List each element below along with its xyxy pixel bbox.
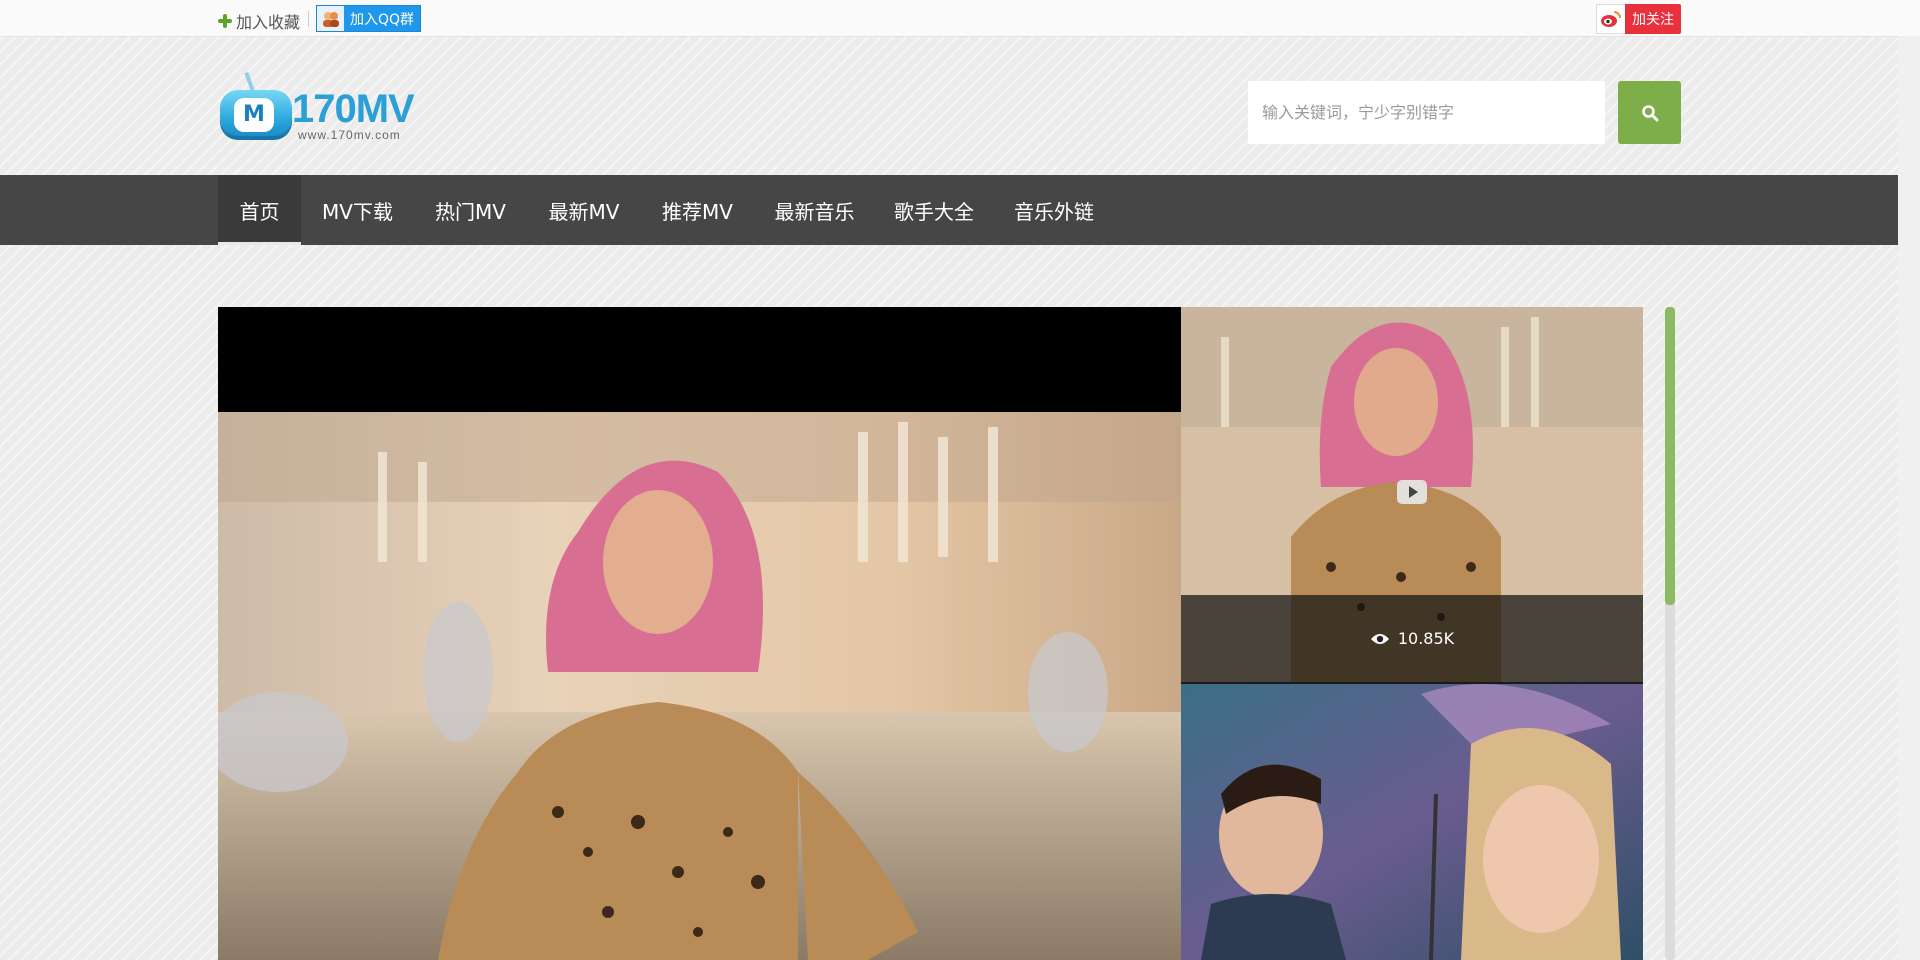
- nav-item-latest-mv[interactable]: 最新MV: [527, 175, 641, 245]
- weibo-follow-button[interactable]: 加关注: [1596, 4, 1681, 34]
- qq-icon: [317, 6, 344, 31]
- slider-scroll-thumb[interactable]: [1665, 307, 1675, 605]
- nav-item-mv-download[interactable]: MV下载: [301, 175, 414, 245]
- nav-item-label: 最新音乐: [774, 199, 855, 224]
- nav-item-label: 歌手大全: [894, 199, 974, 224]
- top-divider: [308, 11, 309, 27]
- featured-mv-main[interactable]: [218, 307, 1181, 960]
- search-icon: [1641, 104, 1658, 121]
- join-qq-group-label: 加入QQ群: [344, 6, 421, 31]
- nav-item-music-links[interactable]: 音乐外链: [993, 175, 1115, 245]
- eye-icon: [1370, 633, 1389, 644]
- weibo-icon: [1596, 4, 1625, 34]
- view-count-text: 10.85K: [1397, 629, 1455, 648]
- nav-item-label: MV下载: [322, 199, 393, 224]
- nav-item-hot-mv[interactable]: 热门MV: [414, 175, 527, 245]
- add-favorite-link[interactable]: 加入收藏: [218, 9, 300, 33]
- main-navigation: 首页 MV下载 热门MV 最新MV 推荐MV 最新音乐 歌手大全 音乐外链: [0, 175, 1898, 245]
- top-bar: 加入收藏 加入QQ群 加关注: [0, 0, 1920, 37]
- nav-item-label: 首页: [239, 199, 280, 224]
- nav-item-latest-music[interactable]: 最新音乐: [754, 175, 875, 245]
- search-input[interactable]: [1248, 81, 1605, 144]
- mv-card-thumbnail: [1181, 684, 1643, 960]
- search-button[interactable]: [1618, 81, 1681, 144]
- nav-item-label: 最新MV: [548, 199, 620, 224]
- nav-item-singers[interactable]: 歌手大全: [875, 175, 993, 245]
- slider-scrollbar[interactable]: [1665, 307, 1675, 960]
- nav-item-recommended-mv[interactable]: 推荐MV: [641, 175, 754, 245]
- featured-mv-thumbnail: [218, 412, 1181, 960]
- featured-mv-card[interactable]: 10.85K: [1181, 307, 1643, 684]
- mv-view-count: 10.85K: [1181, 595, 1643, 682]
- logo-url-text: www.170mv.com: [298, 128, 401, 142]
- nav-item-home[interactable]: 首页: [218, 175, 301, 245]
- featured-mv-card[interactable]: [1181, 684, 1643, 960]
- logo-brand-text: 170MV: [292, 87, 415, 131]
- weibo-follow-label: 加关注: [1625, 4, 1681, 34]
- logo-screen-letter: M: [234, 98, 274, 132]
- nav-item-label: 推荐MV: [662, 199, 733, 224]
- plus-icon: [218, 14, 232, 28]
- play-icon[interactable]: [1397, 480, 1427, 504]
- nav-item-label: 热门MV: [435, 199, 506, 224]
- page-scrollbar[interactable]: [1898, 36, 1920, 960]
- join-qq-group-button[interactable]: 加入QQ群: [316, 5, 422, 32]
- add-favorite-label: 加入收藏: [236, 13, 301, 32]
- nav-item-label: 音乐外链: [1014, 199, 1094, 224]
- site-logo[interactable]: M 170MV www.170mv.com: [218, 66, 415, 146]
